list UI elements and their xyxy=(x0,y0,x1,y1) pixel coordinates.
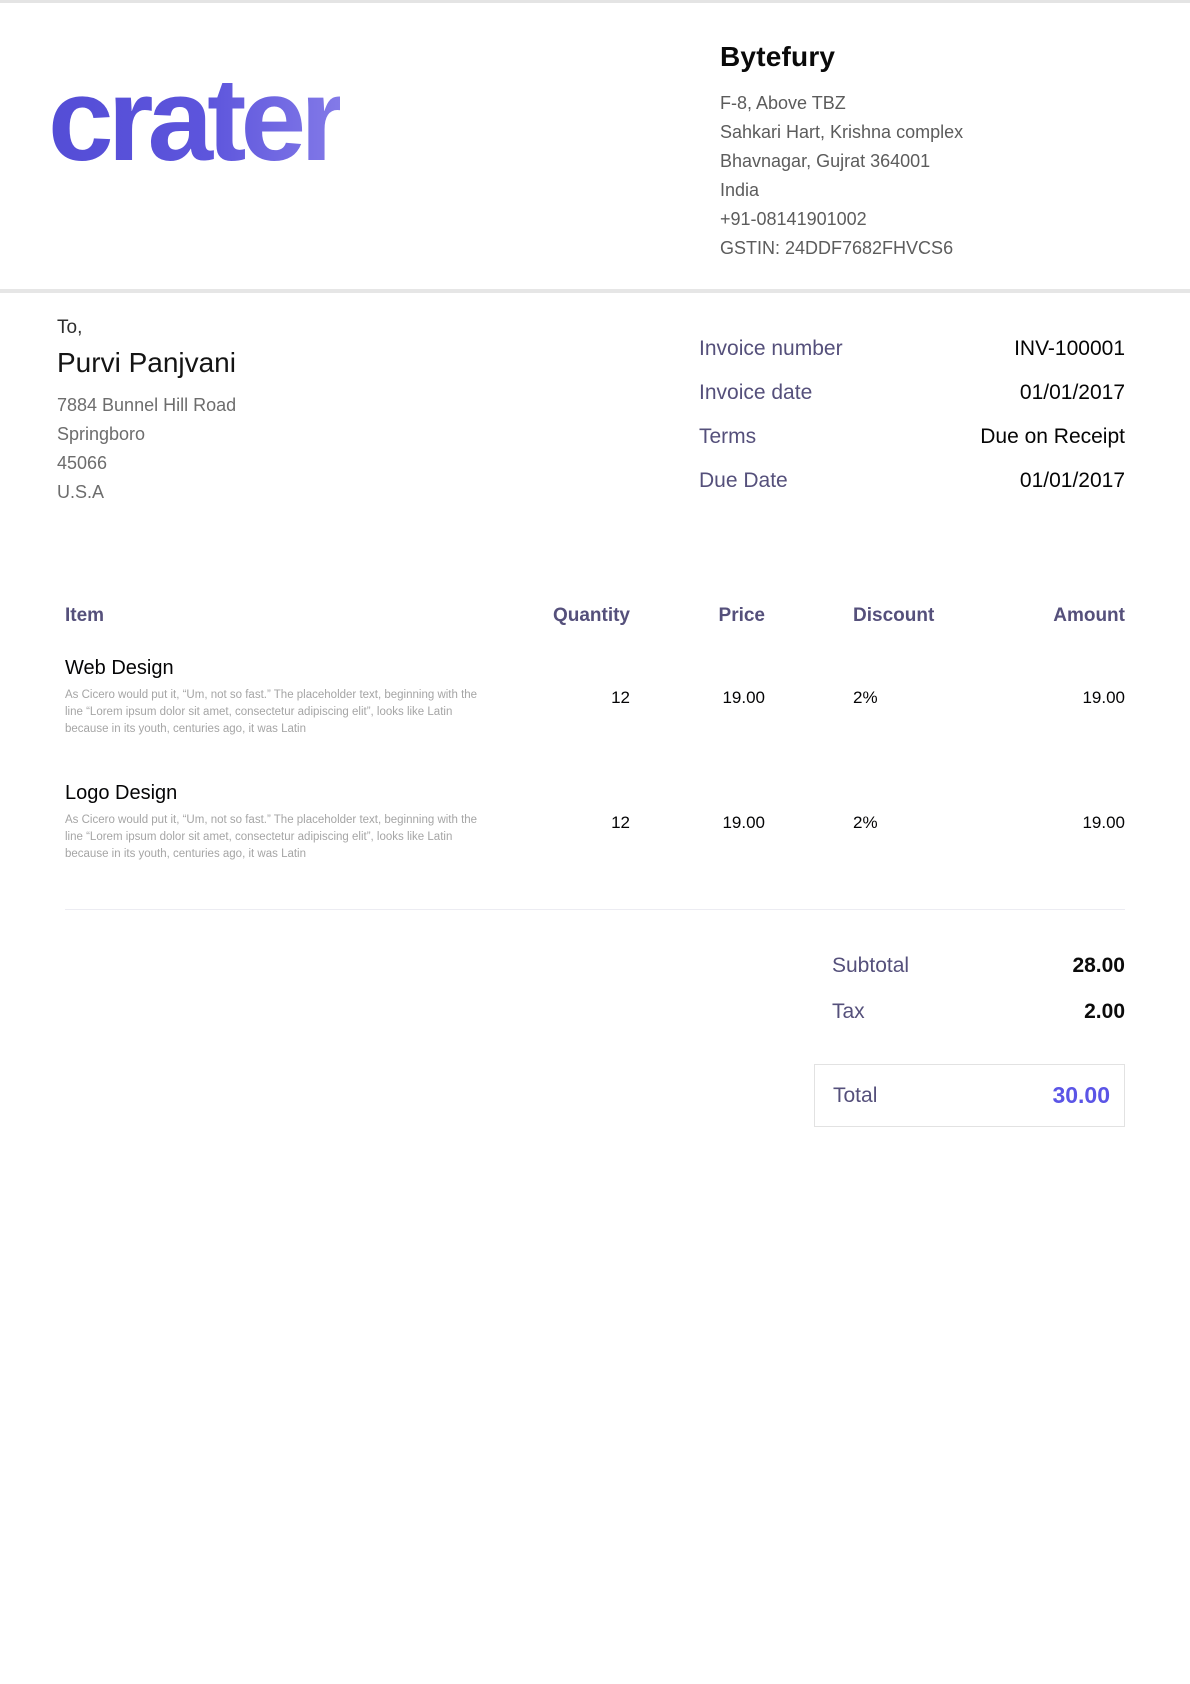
customer-address: 7884 Bunnel Hill Road Springboro 45066 U… xyxy=(57,391,236,507)
company-phone: +91-08141901002 xyxy=(720,205,1125,234)
item-discount: 2% xyxy=(765,782,995,907)
item-cell: Web Design As Cicero would put it, “Um, … xyxy=(65,657,515,782)
price-column-header: Price xyxy=(630,605,765,657)
invoice-number-label: Invoice number xyxy=(699,337,843,361)
due-date-row: Due Date 01/01/2017 xyxy=(699,469,1125,493)
due-date-value: 01/01/2017 xyxy=(1020,469,1125,493)
company-address-line: Bhavnagar, Gujrat 364001 xyxy=(720,147,1125,176)
item-cell: Logo Design As Cicero would put it, “Um,… xyxy=(65,782,515,907)
subtotal-row: Subtotal 28.00 xyxy=(832,954,1125,978)
items-table: Item Quantity Price Discount Amount Web … xyxy=(65,605,1125,907)
due-date-label: Due Date xyxy=(699,469,788,493)
discount-column-header: Discount xyxy=(765,605,995,657)
item-discount: 2% xyxy=(765,657,995,782)
items-table-header-row: Item Quantity Price Discount Amount xyxy=(65,605,1125,657)
table-row: Logo Design As Cicero would put it, “Um,… xyxy=(65,782,1125,907)
company-address-line: India xyxy=(720,176,1125,205)
customer-address-line: U.S.A xyxy=(57,478,236,507)
invoice-page: crater Bytefury F-8, Above TBZ Sahkari H… xyxy=(0,0,1190,1684)
company-address: F-8, Above TBZ Sahkari Hart, Krishna com… xyxy=(720,89,1125,263)
to-label: To, xyxy=(57,317,236,339)
item-column-header: Item xyxy=(65,605,515,657)
item-description: As Cicero would put it, “Um, not so fast… xyxy=(65,812,497,863)
invoice-meta-block: Invoice number INV-100001 Invoice date 0… xyxy=(699,337,1125,513)
company-gstin: GSTIN: 24DDF7682FHVCS6 xyxy=(720,234,1125,263)
customer-name: Purvi Panjvani xyxy=(57,347,236,379)
item-quantity: 12 xyxy=(515,782,630,907)
company-block: Bytefury F-8, Above TBZ Sahkari Hart, Kr… xyxy=(720,41,1125,263)
quantity-column-header: Quantity xyxy=(515,605,630,657)
tax-row: Tax 2.00 xyxy=(832,1000,1125,1024)
terms-row: Terms Due on Receipt xyxy=(699,425,1125,449)
table-row: Web Design As Cicero would put it, “Um, … xyxy=(65,657,1125,782)
bill-to-block: To, Purvi Panjvani 7884 Bunnel Hill Road… xyxy=(57,317,236,513)
item-name: Logo Design xyxy=(65,782,515,805)
invoice-number-row: Invoice number INV-100001 xyxy=(699,337,1125,361)
item-amount: 19.00 xyxy=(995,657,1125,782)
item-price: 19.00 xyxy=(630,657,765,782)
crater-logo-text: crater xyxy=(48,54,340,186)
crater-logo: crater xyxy=(48,61,340,179)
item-name: Web Design xyxy=(65,657,515,680)
item-description: As Cicero would put it, “Um, not so fast… xyxy=(65,687,497,738)
total-box: Total 30.00 xyxy=(814,1064,1125,1127)
amount-column-header: Amount xyxy=(995,605,1125,657)
tax-value: 2.00 xyxy=(1084,1000,1125,1024)
tax-label: Tax xyxy=(832,1000,865,1024)
header: crater Bytefury F-8, Above TBZ Sahkari H… xyxy=(0,3,1190,293)
invoice-date-row: Invoice date 01/01/2017 xyxy=(699,381,1125,405)
terms-value: Due on Receipt xyxy=(980,425,1125,449)
terms-label: Terms xyxy=(699,425,756,449)
subtotal-label: Subtotal xyxy=(832,954,909,978)
item-amount: 19.00 xyxy=(995,782,1125,907)
customer-address-line: 45066 xyxy=(57,449,236,478)
items-section: Item Quantity Price Discount Amount Web … xyxy=(0,605,1190,910)
company-address-line: Sahkari Hart, Krishna complex xyxy=(720,118,1125,147)
company-address-line: F-8, Above TBZ xyxy=(720,89,1125,118)
customer-address-line: 7884 Bunnel Hill Road xyxy=(57,391,236,420)
billing-and-meta-section: To, Purvi Panjvani 7884 Bunnel Hill Road… xyxy=(0,293,1190,513)
subtotal-value: 28.00 xyxy=(1072,954,1125,978)
total-value: 30.00 xyxy=(1052,1082,1110,1109)
invoice-number-value: INV-100001 xyxy=(1014,337,1125,361)
total-label: Total xyxy=(833,1084,877,1108)
company-name: Bytefury xyxy=(720,41,1125,73)
totals-rows: Subtotal 28.00 Tax 2.00 xyxy=(832,954,1125,1046)
invoice-date-value: 01/01/2017 xyxy=(1020,381,1125,405)
invoice-date-label: Invoice date xyxy=(699,381,812,405)
totals-section: Subtotal 28.00 Tax 2.00 Total 30.00 xyxy=(0,954,1190,1127)
customer-address-line: Springboro xyxy=(57,420,236,449)
items-divider xyxy=(65,909,1125,910)
item-price: 19.00 xyxy=(630,782,765,907)
item-quantity: 12 xyxy=(515,657,630,782)
